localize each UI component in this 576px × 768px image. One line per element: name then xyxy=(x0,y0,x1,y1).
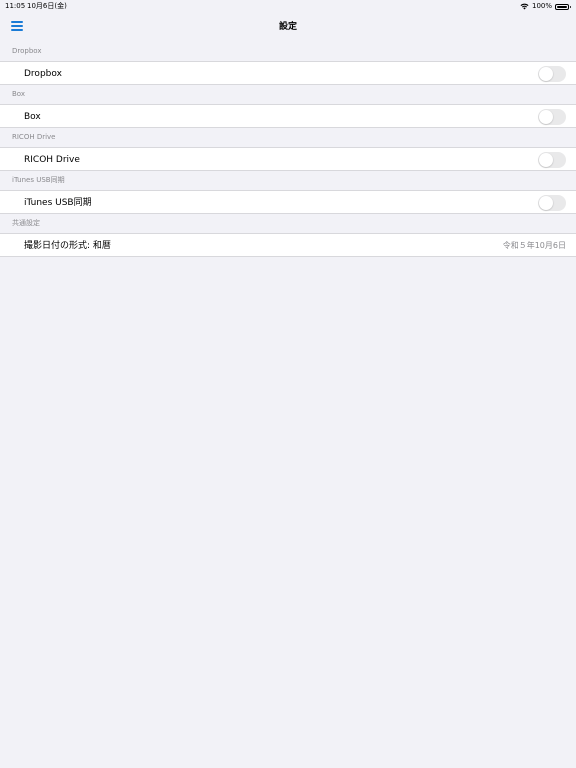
setting-row-ricoh-drive: RICOH Drive xyxy=(0,147,576,171)
date-format-value: 令和５年10月6日 xyxy=(502,241,566,250)
battery-icon xyxy=(555,3,571,10)
section-header-ricoh-drive: RICOH Drive xyxy=(12,133,56,141)
setting-row-date-format[interactable]: 撮影日付の形式: 和暦 令和５年10月6日 xyxy=(0,233,576,257)
nav-bar: 設定 xyxy=(0,13,576,42)
setting-label-itunes-usb: iTunes USB同期 xyxy=(24,198,92,208)
setting-row-box: Box xyxy=(0,104,576,128)
status-bar: 11:05 10月6日(金) 100% xyxy=(0,0,576,13)
setting-label-ricoh-drive: RICOH Drive xyxy=(24,155,80,165)
section-header-dropbox: Dropbox xyxy=(12,47,42,55)
itunes-usb-toggle[interactable] xyxy=(538,195,566,211)
setting-label-date-format: 撮影日付の形式: 和暦 xyxy=(24,241,111,251)
setting-label-dropbox: Dropbox xyxy=(24,69,62,79)
settings-list: Dropbox Dropbox Box Box RICOH Drive RICO… xyxy=(0,42,576,257)
setting-label-box: Box xyxy=(24,112,41,122)
status-right: 100% xyxy=(520,0,571,13)
section-header-common: 共通設定 xyxy=(12,219,40,227)
page-title: 設定 xyxy=(278,22,297,32)
status-date: 10月6日(金) xyxy=(27,2,67,10)
wifi-icon xyxy=(520,3,529,10)
setting-row-dropbox: Dropbox xyxy=(0,61,576,85)
battery-percent: 100% xyxy=(531,2,552,10)
status-time: 11:05 xyxy=(5,2,26,10)
toggle-knob xyxy=(539,67,553,81)
toggle-knob xyxy=(539,196,553,210)
dropbox-toggle[interactable] xyxy=(538,66,566,82)
box-toggle[interactable] xyxy=(538,109,566,125)
section-header-box: Box xyxy=(12,90,26,98)
ricoh-drive-toggle[interactable] xyxy=(538,152,566,168)
section-header-itunes-usb: iTunes USB同期 xyxy=(12,176,65,184)
toggle-knob xyxy=(539,153,553,167)
toggle-knob xyxy=(539,110,553,124)
setting-row-itunes-usb: iTunes USB同期 xyxy=(0,190,576,214)
